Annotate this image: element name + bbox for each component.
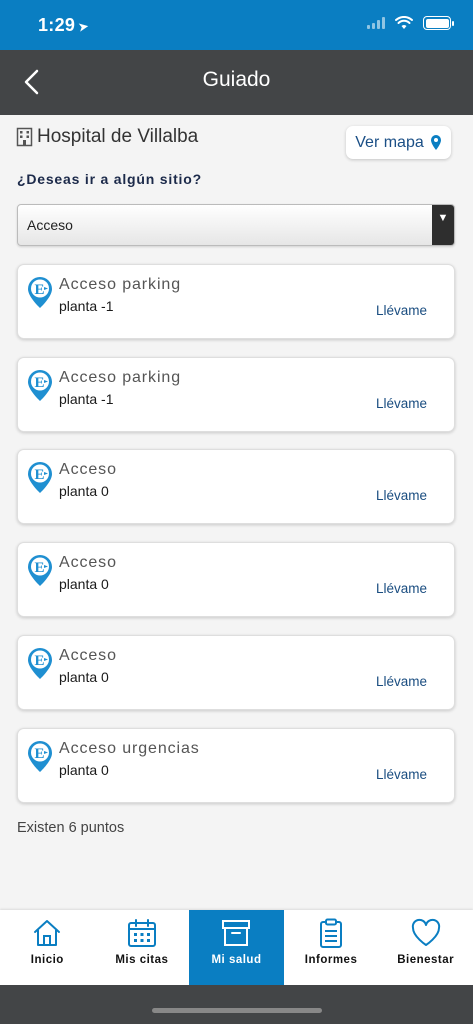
- status-time: 1:29 ➤: [38, 15, 91, 36]
- destination-select[interactable]: Acceso ▼: [17, 204, 455, 246]
- point-floor: planta 0: [59, 762, 109, 778]
- point-card[interactable]: E Acceso planta 0 Llévame: [17, 635, 455, 710]
- point-title: Acceso parking: [59, 369, 181, 386]
- entrance-marker-icon: E: [28, 277, 52, 308]
- entrance-marker-icon: E: [28, 370, 52, 401]
- tab-inicio[interactable]: Inicio: [0, 910, 95, 985]
- cellular-signal-icon: [367, 17, 385, 29]
- point-title: Acceso urgencias: [59, 740, 200, 757]
- point-floor: planta -1: [59, 391, 114, 407]
- destination-question: ¿Deseas ir a algún sitio?: [17, 171, 202, 187]
- archive-box-icon: [222, 920, 251, 946]
- point-title: Acceso parking: [59, 276, 181, 293]
- map-pin-icon: [430, 135, 441, 150]
- hospital-header: Hospital de Villalba: [16, 126, 198, 148]
- svg-text:E: E: [34, 282, 44, 298]
- hospital-name: Hospital de Villalba: [37, 126, 199, 147]
- view-map-label: Ver mapa: [355, 133, 424, 151]
- take-me-button[interactable]: Llévame: [376, 396, 427, 411]
- point-floor: planta 0: [59, 669, 109, 685]
- location-arrow-icon: ➤: [76, 18, 91, 35]
- svg-text:E: E: [34, 560, 44, 576]
- point-card[interactable]: E Acceso urgencias planta 0 Llévame: [17, 728, 455, 803]
- status-icons: [367, 16, 454, 30]
- tab-label: Mis citas: [115, 954, 169, 966]
- tab-label: Informes: [304, 954, 358, 966]
- take-me-button[interactable]: Llévame: [376, 581, 427, 596]
- destination-select-value: Acceso: [27, 217, 73, 233]
- svg-text:E: E: [34, 375, 44, 391]
- nav-bar: Guiado: [0, 50, 473, 115]
- take-me-button[interactable]: Llévame: [376, 767, 427, 782]
- home-indicator[interactable]: [152, 1008, 322, 1013]
- svg-text:E: E: [34, 653, 44, 669]
- point-title: Acceso: [59, 647, 117, 664]
- home-icon: [34, 920, 61, 946]
- home-indicator-area: [0, 985, 473, 1024]
- svg-text:E: E: [34, 467, 44, 483]
- view-map-button[interactable]: Ver mapa: [346, 126, 451, 159]
- point-card[interactable]: E Acceso planta 0 Llévame: [17, 542, 455, 617]
- wifi-icon: [395, 16, 413, 29]
- tab-bar: Inicio Mis citas Mi salud Informes Biene…: [0, 910, 473, 985]
- calendar-icon: [127, 919, 156, 947]
- entrance-marker-icon: E: [28, 741, 52, 772]
- point-card[interactable]: E Acceso parking planta -1 Llévame: [17, 264, 455, 339]
- svg-text:E: E: [34, 746, 44, 762]
- take-me-button[interactable]: Llévame: [376, 303, 427, 318]
- clipboard-icon: [320, 918, 343, 948]
- tab-label: Inicio: [30, 954, 64, 966]
- tab-mi-salud[interactable]: Mi salud: [189, 910, 284, 985]
- points-count: Existen 6 puntos: [17, 820, 125, 836]
- tab-bienestar[interactable]: Bienestar: [378, 910, 473, 985]
- point-title: Acceso: [59, 461, 117, 478]
- dropdown-arrow-icon: ▼: [432, 205, 454, 245]
- tab-label: Bienestar: [397, 954, 455, 966]
- take-me-button[interactable]: Llévame: [376, 674, 427, 689]
- hospital-building-icon: [16, 127, 33, 147]
- status-time-text: 1:29: [38, 15, 76, 35]
- point-card[interactable]: E Acceso parking planta -1 Llévame: [17, 357, 455, 432]
- take-me-button[interactable]: Llévame: [376, 488, 427, 503]
- point-floor: planta 0: [59, 483, 109, 499]
- status-bar: 1:29 ➤: [0, 0, 473, 50]
- page-title: Guiado: [202, 68, 271, 91]
- point-floor: planta 0: [59, 576, 109, 592]
- tab-label: Mi salud: [211, 954, 262, 966]
- heart-icon: [411, 918, 440, 946]
- entrance-marker-icon: E: [28, 462, 52, 493]
- battery-icon: [423, 16, 454, 30]
- point-title: Acceso: [59, 554, 117, 571]
- tab-mis-citas[interactable]: Mis citas: [95, 910, 190, 985]
- point-card[interactable]: E Acceso planta 0 Llévame: [17, 449, 455, 524]
- point-floor: planta -1: [59, 298, 114, 314]
- tab-informes[interactable]: Informes: [284, 910, 379, 985]
- entrance-marker-icon: E: [28, 555, 52, 586]
- entrance-marker-icon: E: [28, 648, 52, 679]
